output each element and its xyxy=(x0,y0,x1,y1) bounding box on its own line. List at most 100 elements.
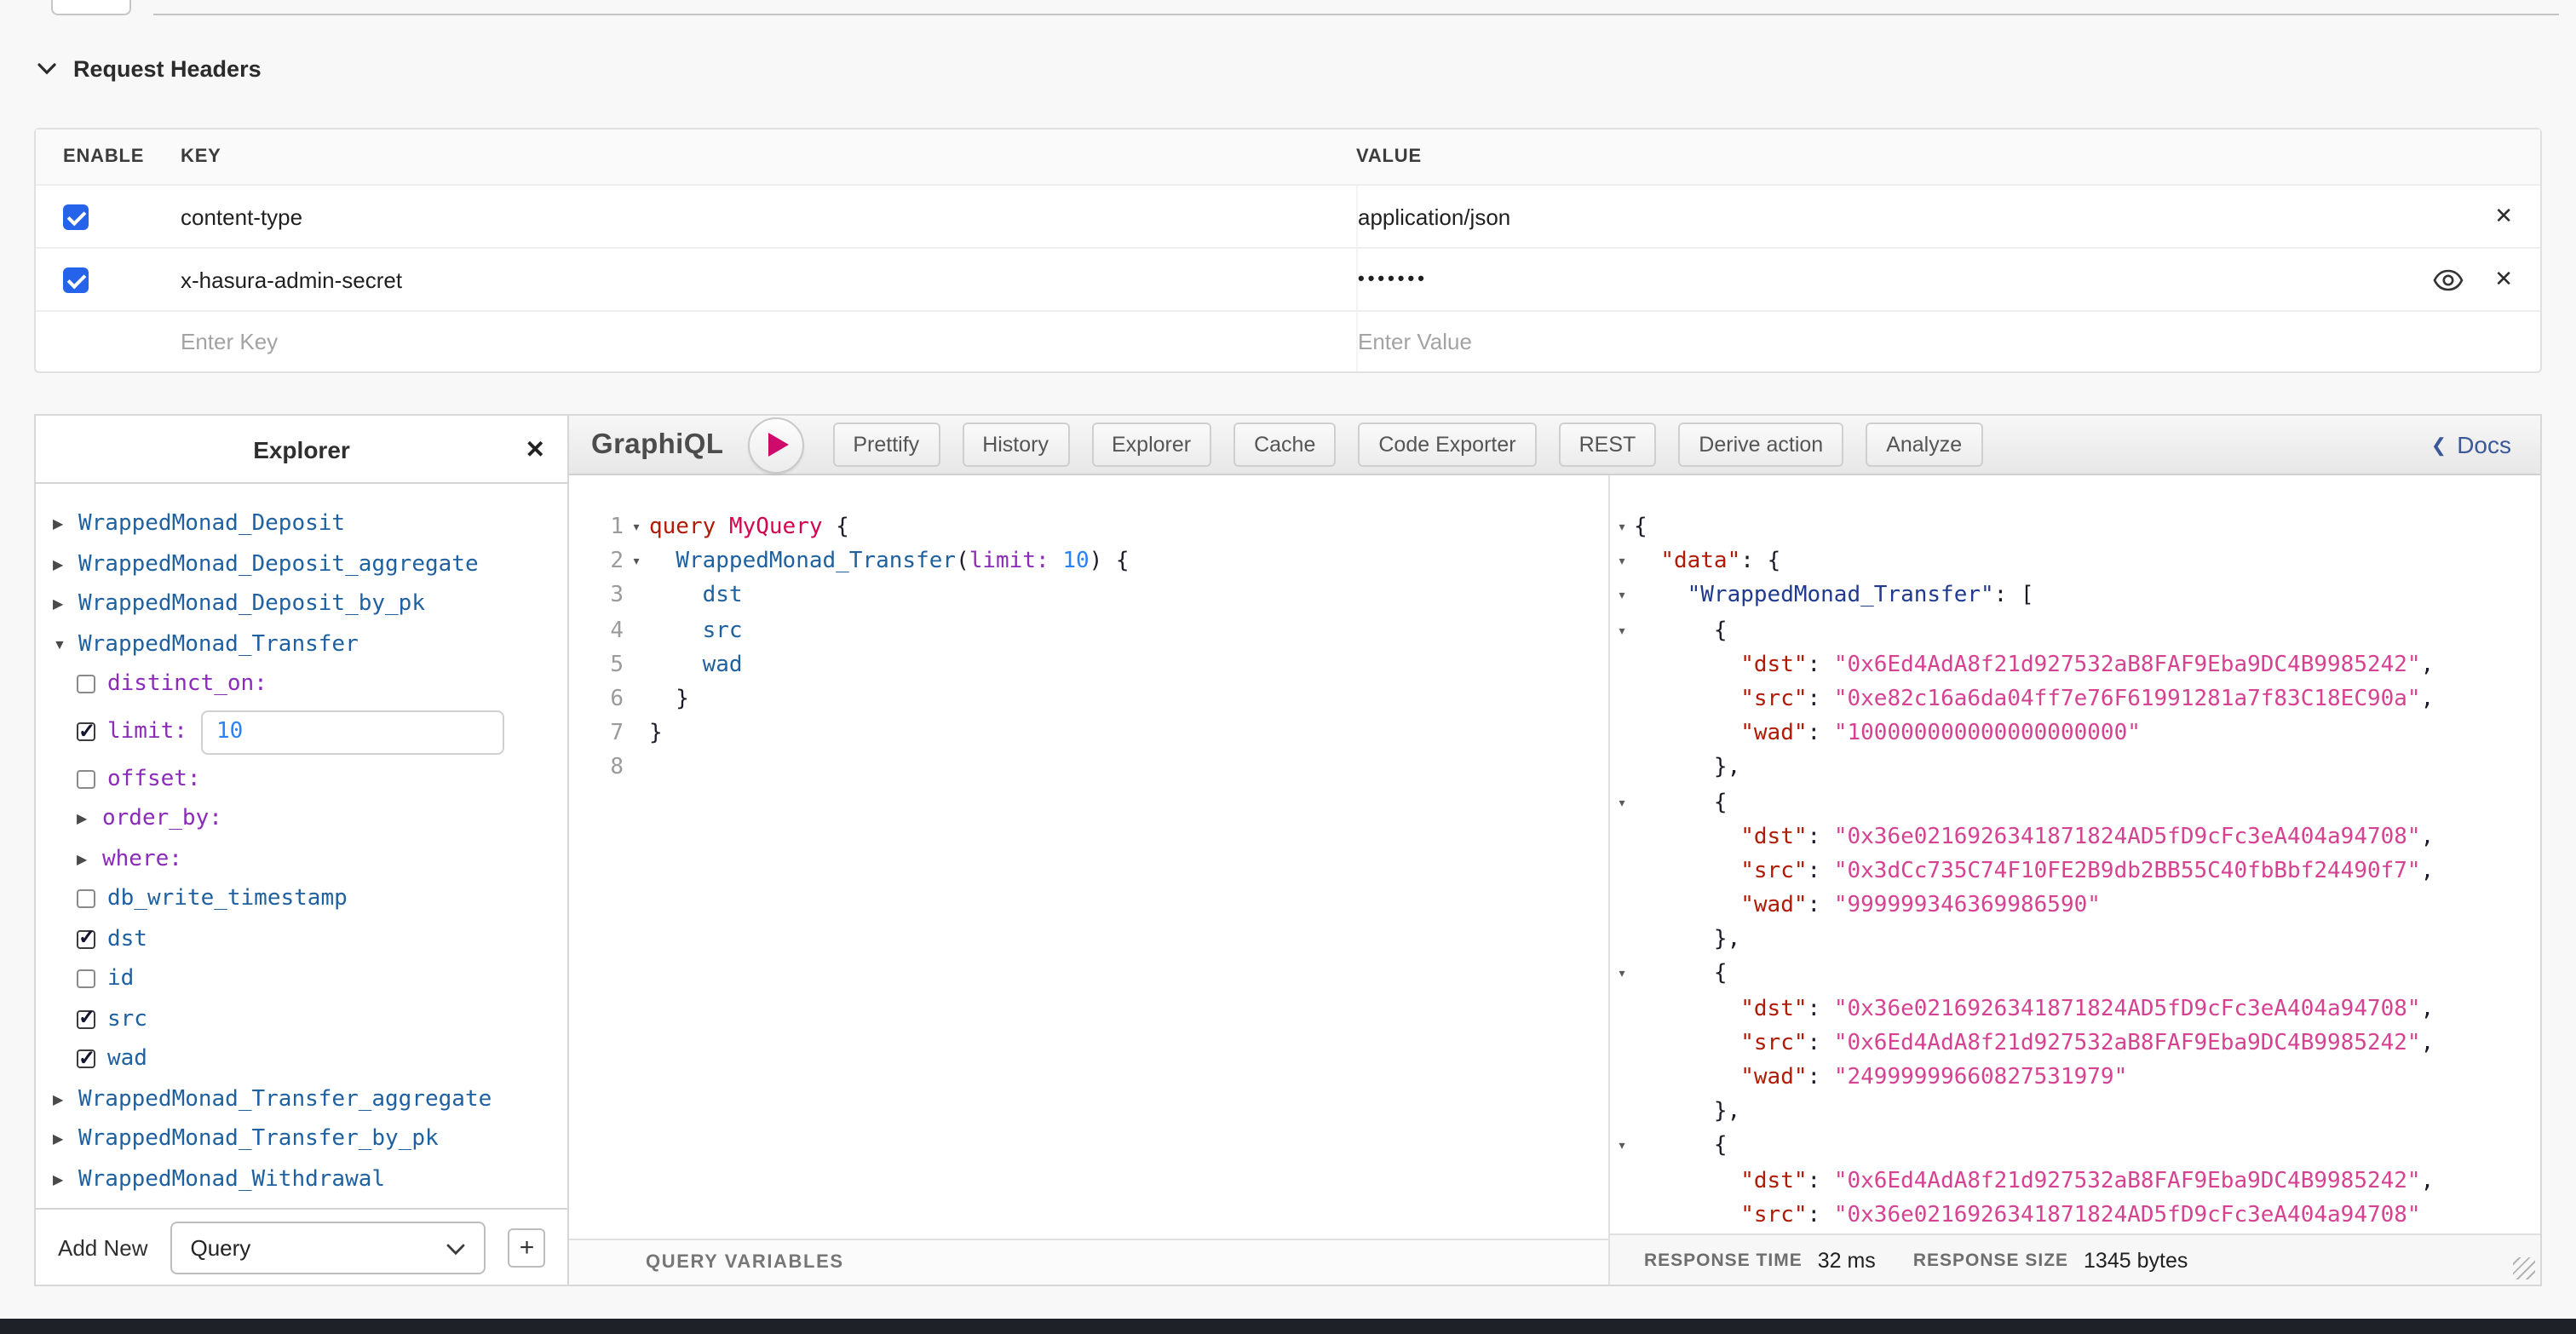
explorer-footer: Add New Query + xyxy=(36,1208,567,1285)
chevron-collapsed-icon[interactable]: ▶ xyxy=(53,1172,78,1187)
explorer-item-limit[interactable]: limit: xyxy=(53,704,557,759)
header-enabled-checkbox[interactable] xyxy=(63,204,89,229)
response-line: }, xyxy=(1610,924,2540,958)
fold-arrow-icon[interactable]: ▾ xyxy=(1610,511,1634,545)
response-pane: ▾{▾ "data": {▾ "WrappedMonad_Transfer": … xyxy=(1610,475,2540,1285)
limit-value-input[interactable] xyxy=(201,710,504,754)
field-checkbox[interactable] xyxy=(77,890,95,909)
explorer-item-order_by[interactable]: ▶order_by: xyxy=(53,799,557,839)
fold-arrow-icon[interactable]: ▾ xyxy=(1610,545,1634,579)
query-variables-bar[interactable]: QUERY VARIABLES xyxy=(569,1239,1608,1285)
response-line: "src": "0x6Ed4AdA8f21d927532aB8FAF9Eba9D… xyxy=(1610,1027,2540,1061)
toolbar-button-prettify[interactable]: Prettify xyxy=(832,423,940,467)
toolbar-button-derive-action[interactable]: Derive action xyxy=(1678,423,1843,467)
fold-arrow-icon[interactable]: ▾ xyxy=(1610,786,1634,820)
explorer-item-WrappedMonad_Deposit[interactable]: ▶WrappedMonad_Deposit xyxy=(53,504,557,544)
explorer-item-label: where: xyxy=(102,847,182,872)
response-line: ▾ { xyxy=(1610,786,2540,820)
request-headers-section-toggle[interactable]: Request Headers xyxy=(37,56,262,82)
headers-rows: content-typeapplication/json ✕ x-hasura-ad… xyxy=(36,186,2540,312)
header-enabled-checkbox[interactable] xyxy=(63,267,89,292)
execute-query-button[interactable] xyxy=(747,417,803,473)
code-line xyxy=(649,752,1608,786)
explorer-item-where[interactable]: ▶where: xyxy=(53,839,557,879)
explorer-item-WrappedMonad_Transfer[interactable]: ▼WrappedMonad_Transfer xyxy=(53,624,557,664)
fold-arrow-icon[interactable]: ▾ xyxy=(1610,958,1634,992)
header-key-field[interactable]: x-hasura-admin-secret xyxy=(181,267,1356,292)
query-editor-scroll: 1▾2▾345678 query MyQuery { WrappedMonad_… xyxy=(569,475,1608,1239)
chevron-collapsed-icon[interactable]: ▶ xyxy=(77,852,102,867)
response-line: ▾ { xyxy=(1610,958,2540,992)
explorer-item-WrappedMonad_Withdrawal[interactable]: ▶WrappedMonad_Withdrawal xyxy=(53,1159,557,1199)
chevron-collapsed-icon[interactable]: ▶ xyxy=(53,1132,78,1147)
field-checkbox[interactable] xyxy=(77,722,95,741)
fold-arrow-icon[interactable]: ▾ xyxy=(624,511,649,545)
field-checkbox[interactable] xyxy=(77,676,95,694)
top-partial-control[interactable] xyxy=(51,0,131,15)
explorer-title: Explorer xyxy=(253,435,350,463)
field-checkbox[interactable] xyxy=(77,770,95,789)
graphiql-title: GraphiQL xyxy=(591,428,723,461)
new-header-key-input[interactable]: Enter Key xyxy=(181,329,1356,354)
fold-arrow-icon[interactable]: ▾ xyxy=(1610,580,1634,614)
remove-header-icon[interactable]: ✕ xyxy=(2494,203,2513,230)
toolbar-button-rest[interactable]: REST xyxy=(1559,423,1657,467)
line-number: 1 xyxy=(569,511,624,545)
explorer-header: Explorer ✕ xyxy=(36,416,567,484)
new-header-value-input[interactable]: Enter Value xyxy=(1356,312,2540,371)
fold-arrow-icon[interactable]: ▾ xyxy=(1610,614,1634,648)
fold-arrow-icon[interactable]: ▾ xyxy=(624,545,649,579)
header-key-field[interactable]: content-type xyxy=(181,204,1356,229)
toolbar-button-history[interactable]: History xyxy=(962,423,1069,467)
code-line: dst xyxy=(649,580,1608,614)
eye-icon[interactable] xyxy=(2433,268,2464,290)
chevron-expanded-icon[interactable]: ▼ xyxy=(53,637,78,653)
chevron-collapsed-icon[interactable]: ▶ xyxy=(53,557,78,572)
response-line: "dst": "0x6Ed4AdA8f21d927532aB8FAF9Eba9D… xyxy=(1610,649,2540,683)
chevron-collapsed-icon[interactable]: ▶ xyxy=(53,517,78,532)
column-enable: ENABLE xyxy=(36,147,181,167)
field-checkbox[interactable] xyxy=(77,1010,95,1029)
top-partial-divider xyxy=(153,14,2559,15)
line-number: 4 xyxy=(569,614,624,648)
close-icon[interactable]: ✕ xyxy=(526,434,545,463)
explorer-item-label: WrappedMonad_Deposit_aggregate xyxy=(78,552,479,578)
field-checkbox[interactable] xyxy=(77,1050,95,1069)
toolbar-button-explorer[interactable]: Explorer xyxy=(1091,423,1211,467)
field-checkbox[interactable] xyxy=(77,970,95,989)
response-line: "wad": "999999346369986590" xyxy=(1610,889,2540,923)
toolbar-button-analyze[interactable]: Analyze xyxy=(1866,423,1982,467)
play-icon xyxy=(768,433,789,457)
field-checkbox[interactable] xyxy=(77,930,95,949)
resize-grip[interactable] xyxy=(2513,1257,2535,1279)
explorer-item-WrappedMonad_Transfer_aggregate[interactable]: ▶WrappedMonad_Transfer_aggregate xyxy=(53,1079,557,1119)
docs-link[interactable]: ❮ Docs xyxy=(2431,431,2518,458)
explorer-item-WrappedMonad_Deposit_aggregate[interactable]: ▶WrappedMonad_Deposit_aggregate xyxy=(53,544,557,584)
header-value-field[interactable]: ••••••• xyxy=(1358,269,1428,290)
explorer-item-db_write_timestamp[interactable]: db_write_timestamp xyxy=(53,879,557,919)
explorer-item-WrappedMonad_Transfer_by_pk[interactable]: ▶WrappedMonad_Transfer_by_pk xyxy=(53,1119,557,1159)
chevron-collapsed-icon[interactable]: ▶ xyxy=(53,597,78,612)
toolbar-button-code-exporter[interactable]: Code Exporter xyxy=(1358,423,1536,467)
response-time-value: 32 ms xyxy=(1818,1248,1876,1272)
add-new-button[interactable]: + xyxy=(509,1228,545,1267)
header-value-field[interactable]: application/json xyxy=(1358,204,1510,229)
chevron-left-icon: ❮ xyxy=(2431,434,2447,456)
explorer-item-offset[interactable]: offset: xyxy=(53,759,557,799)
explorer-item-src[interactable]: src xyxy=(53,999,557,1039)
fold-arrow-icon[interactable]: ▾ xyxy=(1610,1130,1634,1164)
explorer-item-WrappedMonad_Deposit_by_pk[interactable]: ▶WrappedMonad_Deposit_by_pk xyxy=(53,584,557,624)
explorer-item-label: distinct_on: xyxy=(107,672,267,698)
toolbar-button-cache[interactable]: Cache xyxy=(1233,423,1336,467)
explorer-item-id[interactable]: id xyxy=(53,959,557,999)
add-new-select[interactable]: Query xyxy=(170,1221,486,1274)
explorer-item-dst[interactable]: dst xyxy=(53,919,557,959)
line-number: 5 xyxy=(569,649,624,683)
chevron-collapsed-icon[interactable]: ▶ xyxy=(77,812,102,827)
explorer-item-distinct_on[interactable]: distinct_on: xyxy=(53,664,557,704)
toolbar-buttons: Prettify History Explorer Cache Code Exporte… xyxy=(832,423,1982,467)
query-editor[interactable]: query MyQuery { WrappedMonad_Transfer(li… xyxy=(649,511,1608,1239)
chevron-collapsed-icon[interactable]: ▶ xyxy=(53,1092,78,1107)
remove-header-icon[interactable]: ✕ xyxy=(2494,266,2513,293)
explorer-item-wad[interactable]: wad xyxy=(53,1039,557,1079)
